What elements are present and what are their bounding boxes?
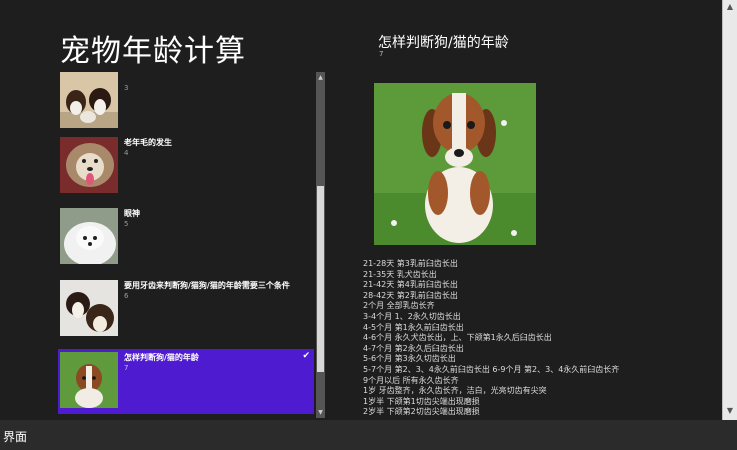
body-line: 1岁半 下颌第1切齿尖端出现磨损: [363, 396, 480, 406]
list-item-title: 老年毛的发生: [124, 138, 172, 147]
list-item-number: 4: [124, 149, 129, 157]
body-line: 4-7个月 第2永久后臼齿长出: [363, 343, 464, 353]
body-line: 21-42天 第4乳前臼齿长出: [363, 280, 458, 290]
body-line: 4-5个月 第1永久前臼齿长出: [363, 322, 464, 332]
body-line: 5-7个月 第2、3、4永久前臼齿长出 6-9个月 第2、3、4永久前臼齿长齐: [363, 364, 620, 374]
list-item-title: 要用牙齿来判断狗/猫狗/猫的年龄需要三个条件: [124, 281, 290, 290]
body-line: 2个月 全部乳齿长齐: [363, 301, 435, 311]
fluffy-dog-thumbnail: [60, 137, 118, 193]
app-title: 宠物年龄计算: [60, 34, 246, 69]
list-item-selected[interactable]: 怎样判断狗/猫的年龄 7 ✔: [58, 349, 314, 414]
beagle-thumbnail: [60, 352, 118, 408]
body-line: 1岁 牙齿整齐，永久齿长齐，洁白，光亮切齿有尖突: [363, 386, 547, 396]
body-line: 4-6个月 永久犬齿长出，上、下颌第1永久后臼齿长出: [363, 333, 552, 343]
list-scrollbar[interactable]: ▲ ▼: [316, 72, 325, 418]
list-item-number: 5: [124, 220, 129, 228]
taskbar: 界面: [0, 420, 737, 450]
taskbar-label[interactable]: 界面: [3, 428, 27, 445]
scroll-up-arrow-icon[interactable]: ▲: [723, 0, 737, 14]
body-line: 21-28天 第3乳前臼齿长出: [363, 259, 458, 268]
body-line: 9个月以后 所有永久齿长齐: [363, 375, 459, 385]
body-line: 21-35天 乳犬齿长出: [363, 269, 437, 279]
app-window: 宠物年龄计算 3 老年毛的发生 4 眼神 5 要用牙齿来判断狗/猫狗/猫的年龄需…: [0, 0, 722, 420]
article-list[interactable]: 3 老年毛的发生 4 眼神 5 要用牙齿来判断狗/猫狗/猫的年龄需要三个条件 6…: [58, 72, 314, 418]
body-line: 2岁半 下颌第2切齿尖端出现磨损: [363, 407, 480, 417]
puppies-thumbnail: [60, 72, 118, 128]
scrollbar-thumb[interactable]: [317, 186, 324, 372]
list-item-number: 3: [124, 84, 129, 92]
body-line: 28-42天 第2乳前臼齿长出: [363, 290, 458, 300]
list-item-title: 眼神: [124, 209, 140, 218]
detail-number: 7: [379, 50, 384, 58]
scroll-up-arrow-icon[interactable]: ▲: [316, 74, 325, 81]
detail-body: 21-28天 第3乳前臼齿长出 21-35天 乳犬齿长出 21-42天 第4乳前…: [363, 259, 718, 419]
window-scrollbar[interactable]: ▲ ▼: [722, 0, 737, 420]
beagle-photo: [374, 83, 536, 245]
white-dog-thumbnail: [60, 208, 118, 264]
body-line: 3-4个月 1、2永久切齿长出: [363, 311, 461, 321]
list-item[interactable]: 眼神 5: [58, 208, 314, 270]
list-item-number: 7: [124, 364, 129, 372]
detail-title: 怎样判断狗/猫的年龄: [378, 35, 509, 51]
scroll-down-arrow-icon[interactable]: ▼: [723, 404, 737, 418]
list-item-number: 6: [124, 292, 129, 300]
list-item[interactable]: 要用牙齿来判断狗/猫狗/猫的年龄需要三个条件 6: [58, 280, 314, 342]
scroll-down-arrow-icon[interactable]: ▼: [316, 409, 325, 416]
checkmark-icon: ✔: [302, 351, 310, 361]
body-line: 5-6个月 第3永久切齿长出: [363, 354, 456, 364]
two-puppies-thumbnail: [60, 280, 118, 336]
list-item[interactable]: 3: [58, 72, 314, 134]
list-item[interactable]: 老年毛的发生 4: [58, 137, 314, 199]
list-item-title: 怎样判断狗/猫的年龄: [124, 353, 199, 362]
